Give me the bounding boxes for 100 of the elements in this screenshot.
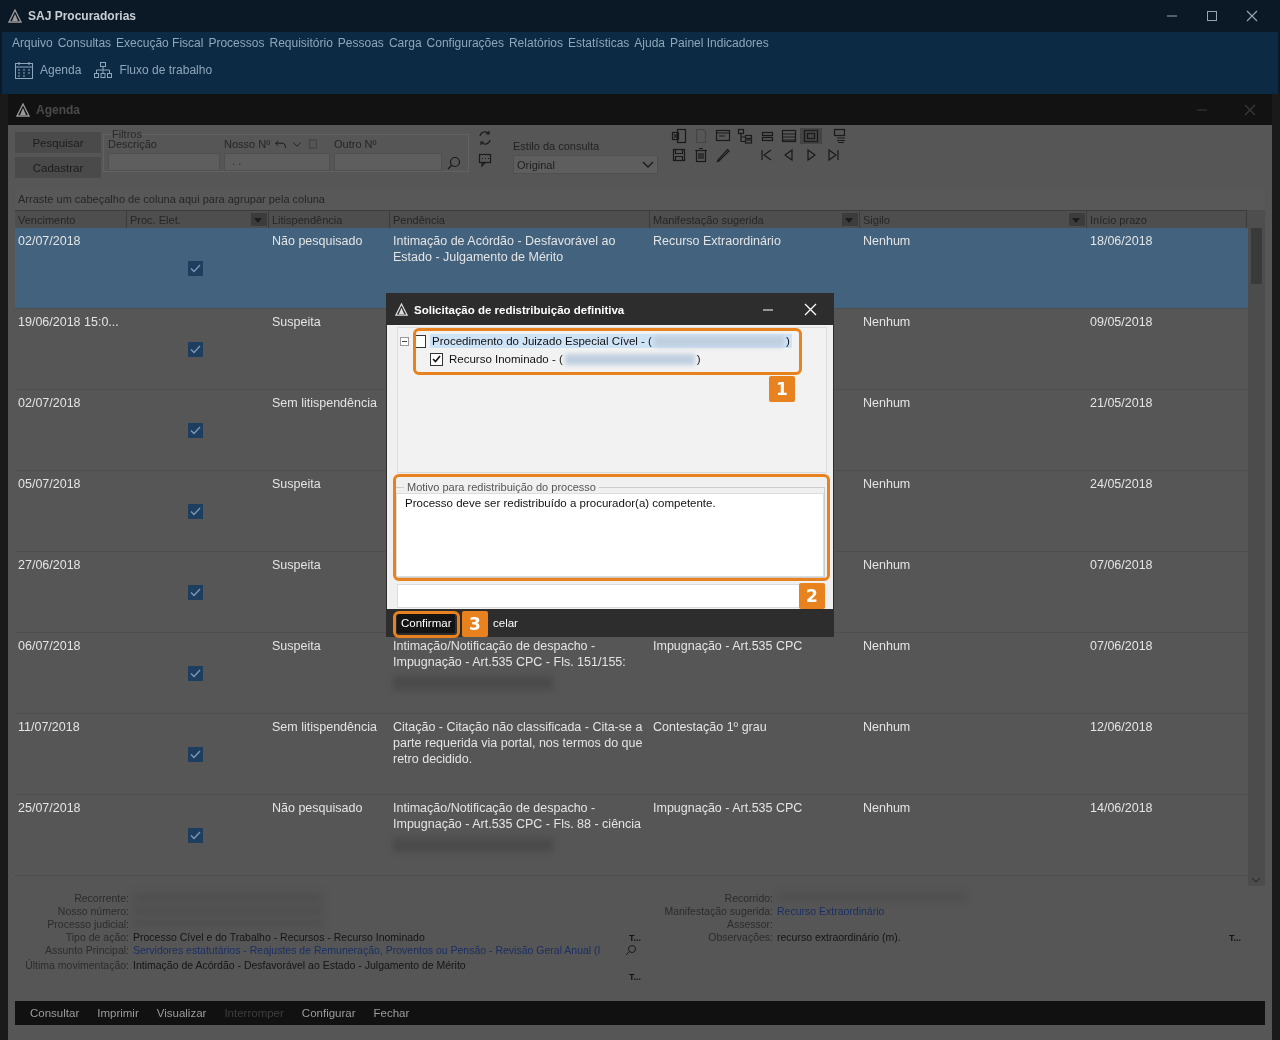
annotation-number: 3 — [462, 611, 488, 637]
tree-item[interactable]: Recurso Inominado - ( ) — [447, 352, 703, 366]
menu-item[interactable]: Requisitório — [267, 36, 336, 50]
menu-item[interactable]: Relatórios — [506, 36, 566, 50]
spreadsheet-icon[interactable] — [671, 128, 687, 144]
search-icon[interactable] — [625, 944, 637, 956]
checkbox[interactable] — [188, 342, 203, 357]
table-cell-text: 21/05/2018 — [1089, 395, 1154, 412]
menu-item[interactable]: Configurações — [424, 36, 507, 50]
group-title: Motivo para redistribuição do processo — [406, 481, 597, 493]
table-cell-text: Impugnação - Art.535 CPC — [652, 800, 804, 817]
footer-button[interactable]: Consultar — [21, 1007, 89, 1019]
menu-item[interactable]: Ajuda — [632, 36, 669, 50]
footer-button[interactable]: Imprimir — [88, 1007, 148, 1019]
maximize-icon[interactable] — [1206, 10, 1218, 22]
table-cell-text: 05/07/2018 — [17, 476, 82, 493]
table-cell-text: Sem litispendência — [271, 395, 378, 412]
tree-item[interactable]: Procedimento do Juizado Especial Cível - ( ) — [430, 334, 792, 348]
table-cell-text: Nenhum — [862, 314, 912, 331]
cancel-button[interactable]: celar — [493, 616, 518, 629]
comment-icon[interactable] — [477, 152, 493, 168]
detail-value: recurso extraordinário (m). — [777, 931, 901, 943]
caret-down-icon — [1072, 217, 1080, 223]
checkbox[interactable] — [430, 352, 443, 366]
table-cell-text: 07/06/2018 — [1089, 557, 1154, 574]
table-cell-text: 25/07/2018 — [17, 800, 82, 817]
window-icon[interactable] — [715, 128, 731, 144]
table-cell-text: 02/07/2018 — [17, 233, 82, 250]
menu-item[interactable]: Execução Fiscal — [114, 36, 207, 50]
footer-button[interactable]: Configurar — [292, 1007, 365, 1019]
checkbox[interactable] — [188, 585, 203, 600]
scrollbar[interactable] — [1248, 228, 1265, 886]
close-icon[interactable] — [1246, 10, 1258, 22]
table-cell-text: Suspeita — [271, 476, 322, 493]
checkbox[interactable] — [188, 423, 203, 438]
menu-item[interactable]: Consultas — [55, 36, 115, 50]
table-cell-text: Recurso Extraordinário — [652, 233, 782, 250]
caret-down-icon — [845, 217, 853, 223]
menu-item[interactable]: Painel Indicadores — [668, 36, 772, 50]
save-icon[interactable] — [671, 147, 687, 163]
caret-down-icon — [254, 217, 262, 223]
footer-button[interactable]: Visualizar — [147, 1007, 216, 1019]
chevron-down-icon — [642, 160, 654, 169]
menu-item[interactable]: Processos — [206, 36, 268, 50]
column-filter-button[interactable] — [842, 213, 858, 226]
detail-value: Processo Cível e do Trabalho - Recursos - Recurso Inominado — [133, 931, 425, 943]
table-cell-text: Sem litispendência — [271, 719, 378, 736]
checkbox[interactable] — [188, 747, 203, 762]
table-cell-text: 24/05/2018 — [1089, 476, 1154, 493]
table-cell-text: Intimação/Notificação de despacho - Impugnação - Art.535 CPC - Fls. 88 - ciência — [393, 800, 643, 832]
trash-icon[interactable] — [693, 147, 709, 163]
table-cell-text: Não pesquisado — [271, 800, 364, 817]
collapse-icon[interactable] — [400, 336, 409, 346]
table-cell-text: Intimação de Acórdão - Desfavorável ao Estado - Julgamento de Mérito — [393, 233, 617, 265]
table-cell-text: Nenhum — [862, 395, 912, 412]
pencil-icon[interactable] — [715, 147, 731, 163]
table-cell-text: Impugnação - Art.535 CPC — [652, 638, 804, 655]
refresh-icon[interactable] — [477, 130, 493, 146]
table-cell-text: Suspeita — [271, 557, 322, 574]
text-area[interactable]: Processo deve ser redistribuído a procurador(a) competente. — [396, 493, 824, 577]
toolbar-button[interactable]: Agenda — [14, 60, 82, 80]
checkbox[interactable] — [188, 261, 203, 276]
app-logo-icon — [8, 9, 22, 23]
column-filter-button[interactable] — [1069, 213, 1085, 226]
table-cell-text: Citação - Citação não classificada - Cita-se a parte requerida via portal, nos termos do que retro decidido. — [393, 719, 644, 767]
table-cell-text: 07/06/2018 — [1089, 638, 1154, 655]
table-cell-text: Suspeita — [271, 314, 322, 331]
tree-icon[interactable] — [737, 128, 753, 144]
note-icon[interactable] — [307, 136, 320, 152]
confirm-button[interactable]: Confirmar — [397, 612, 456, 633]
table-cell-text: Nenhum — [862, 638, 912, 655]
search-icon[interactable] — [446, 155, 462, 171]
detail-value: Intimação de Acórdão - Desfavorável ao Estado - Julgamento de Mérito — [133, 959, 466, 971]
table-cell-text: Contestação 1º grau — [652, 719, 768, 736]
scroll-down-icon[interactable] — [1251, 877, 1261, 883]
table-cell-text: 11/07/2018 — [17, 719, 81, 736]
last-record-icon[interactable] — [825, 147, 841, 163]
menu-item[interactable]: Estatísticas — [566, 36, 633, 50]
menu-item[interactable]: Arquivo — [10, 36, 56, 50]
calendar-icon — [14, 60, 34, 80]
table-cell-text: 02/07/2018 — [17, 395, 82, 412]
table-cell-text: 12/06/2018 — [1089, 719, 1154, 736]
table-cell-text: 14/06/2018 — [1089, 800, 1154, 817]
checkbox[interactable] — [188, 504, 203, 519]
menu-item[interactable]: Carga — [386, 36, 425, 50]
list-icon[interactable] — [781, 128, 797, 144]
footer-button[interactable]: Fechar — [364, 1007, 419, 1019]
app-title: SAJ Procuradorias — [28, 9, 138, 23]
menu-item[interactable]: Pessoas — [335, 36, 387, 50]
screen-icon[interactable] — [803, 128, 819, 144]
table-cell-text: 06/07/2018 — [17, 638, 82, 655]
table-cell-text: Não pesquisado — [271, 233, 364, 250]
window-logo-icon — [16, 102, 30, 117]
checkbox[interactable] — [188, 666, 203, 681]
toolbar-button[interactable]: Fluxo de trabalho — [93, 61, 213, 79]
table-cell-text: Nenhum — [862, 800, 912, 817]
checkbox[interactable] — [188, 828, 203, 843]
table-cell-text: Nenhum — [862, 557, 912, 574]
table-cell-text: Suspeita — [271, 638, 322, 655]
column-filter-button[interactable] — [251, 213, 267, 226]
